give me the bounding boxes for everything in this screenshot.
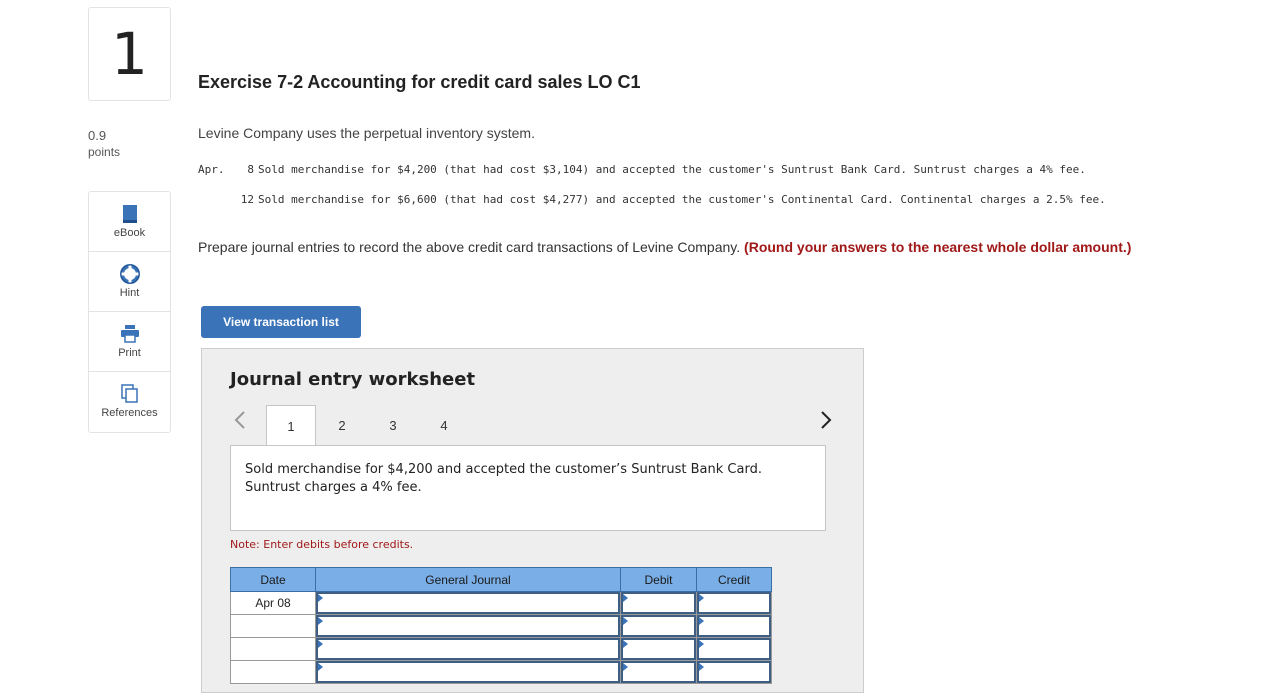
tab-1[interactable]: 1: [266, 405, 316, 447]
debit-cell: [620, 660, 697, 684]
chevron-left-icon[interactable]: [232, 409, 248, 431]
column-header-date: Date: [230, 567, 316, 592]
debit-cell: [620, 591, 697, 615]
worksheet-title: Journal entry worksheet: [230, 369, 476, 390]
account-input[interactable]: [316, 638, 620, 660]
chevron-right-icon[interactable]: [818, 409, 834, 431]
table-row: [230, 660, 772, 684]
credit-cell: [696, 591, 772, 615]
instructions: Prepare journal entries to record the ab…: [198, 238, 1138, 256]
hint-button[interactable]: Hint: [89, 252, 170, 312]
column-header-general-journal: General Journal: [315, 567, 621, 592]
ebook-label: eBook: [113, 227, 146, 239]
debit-input[interactable]: [621, 592, 696, 614]
column-header-debit: Debit: [620, 567, 697, 592]
table-row: [230, 637, 772, 661]
points-label: points: [88, 145, 121, 159]
credit-input[interactable]: [697, 661, 771, 683]
account-cell: [315, 660, 621, 684]
note-text: Note: Enter debits before credits.: [230, 538, 414, 551]
print-button[interactable]: Print: [89, 312, 170, 372]
references-label: References: [101, 407, 158, 419]
tools-panel: eBook Hint Print References: [88, 191, 171, 433]
references-button[interactable]: References: [89, 372, 170, 432]
date-cell: Apr 08: [230, 591, 316, 615]
tab-4[interactable]: 4: [419, 405, 469, 445]
question-number: 1: [88, 7, 171, 101]
tab-3[interactable]: 3: [368, 405, 418, 445]
copy-icon: [120, 384, 140, 404]
transaction-text: Sold merchandise for $6,600 (that had co…: [258, 193, 1106, 206]
book-icon: [120, 204, 140, 224]
table-header-row: Date General Journal Debit Credit: [230, 567, 772, 592]
rounding-note: (Round your answers to the nearest whole…: [744, 239, 1132, 255]
account-cell: [315, 591, 621, 615]
transaction-month: Apr.: [198, 163, 225, 176]
points-value: 0.9: [88, 128, 107, 143]
account-input[interactable]: [316, 592, 620, 614]
transaction-day: 8: [247, 163, 254, 176]
journal-table: Date General Journal Debit Credit Apr 08: [230, 567, 772, 684]
account-input[interactable]: [316, 615, 620, 637]
account-cell: [315, 614, 621, 638]
printer-icon: [120, 324, 140, 344]
credit-cell: [696, 660, 772, 684]
tab-2[interactable]: 2: [317, 405, 367, 445]
transaction-day: 12: [240, 193, 254, 206]
intro-text: Levine Company uses the perpetual invent…: [198, 125, 535, 141]
credit-input[interactable]: [697, 592, 771, 614]
print-label: Print: [118, 347, 141, 359]
debit-input[interactable]: [621, 661, 696, 683]
transaction-description: Sold merchandise for $4,200 and accepted…: [230, 445, 826, 531]
view-transaction-list-button[interactable]: View transaction list: [201, 306, 361, 338]
credit-input[interactable]: [697, 638, 771, 660]
credit-input[interactable]: [697, 615, 771, 637]
date-cell: [230, 637, 316, 661]
transaction-text: Sold merchandise for $4,200 (that had co…: [258, 163, 1086, 176]
table-row: [230, 614, 772, 638]
debit-input[interactable]: [621, 638, 696, 660]
hint-label: Hint: [119, 287, 140, 299]
table-row: Apr 08: [230, 591, 772, 615]
lifebuoy-icon: [119, 264, 140, 284]
date-cell: [230, 614, 316, 638]
debit-cell: [620, 614, 697, 638]
credit-cell: [696, 614, 772, 638]
debit-input[interactable]: [621, 615, 696, 637]
account-input[interactable]: [316, 661, 620, 683]
debit-cell: [620, 637, 697, 661]
account-cell: [315, 637, 621, 661]
ebook-button[interactable]: eBook: [89, 192, 170, 252]
date-cell: [230, 660, 316, 684]
journal-entry-worksheet: Journal entry worksheet 1 2 3 4 Sold mer…: [201, 348, 864, 693]
instructions-text: Prepare journal entries to record the ab…: [198, 239, 741, 255]
column-header-credit: Credit: [696, 567, 772, 592]
credit-cell: [696, 637, 772, 661]
exercise-title: Exercise 7-2 Accounting for credit card …: [198, 72, 641, 92]
